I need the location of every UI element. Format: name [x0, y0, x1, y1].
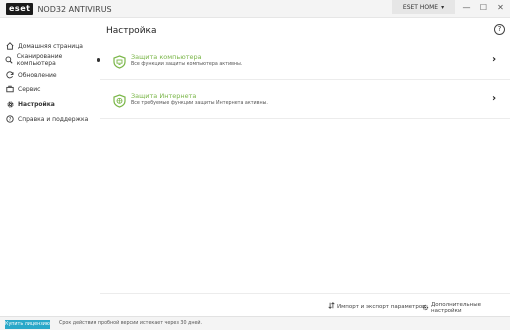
chevron-right-icon[interactable]: › — [492, 93, 496, 104]
scan-icon — [5, 55, 14, 65]
sidebar-item-setup[interactable]: Настройка — [0, 97, 100, 111]
chevron-right-icon[interactable]: › — [492, 54, 496, 65]
sidebar-item-label: Домашняя страница — [18, 42, 83, 50]
chevron-down-icon: ▾ — [441, 3, 445, 11]
computer-protection-card[interactable]: Защита компьютера Все функции защиты ком… — [100, 42, 510, 80]
import-export-link[interactable]: Импорт и экспорт параметров — [328, 302, 425, 311]
import-export-icon — [328, 302, 335, 311]
sidebar-item-help[interactable]: ? Справка и поддержка — [0, 112, 100, 126]
home-icon — [5, 41, 15, 51]
page-title: Настройка — [106, 26, 157, 36]
eset-logo: eset — [6, 3, 34, 15]
sidebar-item-home[interactable]: Домашняя страница — [0, 39, 100, 53]
import-export-label: Импорт и экспорт параметров — [337, 303, 426, 310]
gear-icon — [422, 304, 429, 313]
help-icon: ? — [5, 114, 15, 124]
card-title[interactable]: Защита Интернета — [131, 92, 196, 100]
computer-shield-icon — [113, 54, 126, 69]
title-bar: eset NOD32 ANTIVIRUS ESET HOME ▾ — ☐ ✕ — [0, 0, 510, 18]
account-menu-button[interactable]: ESET HOME ▾ — [392, 0, 455, 14]
trial-status-text: Срок действия пробной версии истекает че… — [59, 321, 203, 326]
gear-icon — [5, 99, 15, 109]
buy-license-button[interactable]: Купить лицензию — [5, 320, 50, 329]
sidebar-item-label: Справка и поддержка — [18, 115, 89, 123]
internet-protection-card[interactable]: Защита Интернета Все требуемые функции з… — [100, 81, 510, 119]
sidebar-item-update[interactable]: Обновление — [0, 68, 100, 82]
product-name: NOD32 ANTIVIRUS — [37, 4, 112, 14]
help-button[interactable]: ? — [494, 24, 505, 35]
sidebar-item-label: Настройка — [18, 100, 55, 108]
tools-icon — [5, 84, 15, 94]
close-button[interactable]: ✕ — [492, 0, 509, 14]
minimize-button[interactable]: — — [458, 0, 475, 14]
card-description: Все функции защиты компьютера активны. — [131, 62, 243, 67]
globe-shield-icon — [113, 93, 126, 108]
sidebar-item-tools[interactable]: Сервис — [0, 82, 100, 96]
account-label: ESET HOME — [402, 3, 439, 11]
advanced-setup-label: Дополнительные настройки — [431, 302, 481, 314]
sidebar-item-label: Сервис — [18, 85, 41, 93]
status-bar: Купить лицензию Срок действия пробной ве… — [0, 316, 510, 330]
sidebar-item-label: Сканирование компьютера — [16, 53, 63, 67]
footer-links: Импорт и экспорт параметров Дополнительн… — [100, 293, 510, 316]
update-icon — [5, 70, 15, 80]
sidebar-item-scan[interactable]: Сканирование компьютера — [0, 53, 100, 67]
sidebar: Домашняя страница Сканирование компьютер… — [0, 18, 100, 316]
advanced-setup-link[interactable]: Дополнительные настройки — [422, 302, 510, 314]
maximize-button[interactable]: ☐ — [475, 0, 492, 14]
main-panel: Настройка ? Защита компьютера Все функци… — [100, 18, 510, 316]
card-description: Все требуемые функции защиты Интернета а… — [131, 101, 268, 106]
sidebar-item-label: Обновление — [18, 71, 57, 79]
app-logo: eset NOD32 ANTIVIRUS — [6, 3, 112, 15]
card-title[interactable]: Защита компьютера — [131, 53, 202, 61]
